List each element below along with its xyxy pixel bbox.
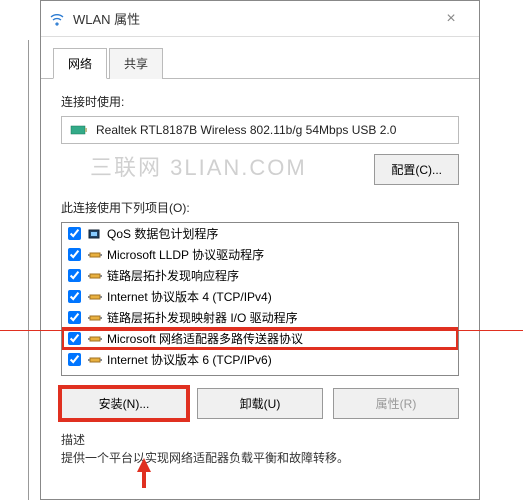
- protocol-icon: [87, 268, 103, 284]
- configure-button[interactable]: 配置(C)...: [374, 154, 459, 185]
- list-item[interactable]: 链路层拓扑发现映射器 I/O 驱动程序: [62, 307, 458, 328]
- description-group: 描述 提供一个平台以实现网络适配器负载平衡和故障转移。: [61, 431, 459, 467]
- nic-icon: [70, 123, 88, 137]
- adapter-name: Realtek RTL8187B Wireless 802.11b/g 54Mb…: [96, 123, 450, 137]
- tab-network[interactable]: 网络: [53, 48, 107, 79]
- description-text: 提供一个平台以实现网络适配器负载平衡和故障转移。: [61, 450, 459, 467]
- item-label: QoS 数据包计划程序: [107, 225, 218, 242]
- item-label: Internet 协议版本 6 (TCP/IPv6): [107, 351, 272, 368]
- tabs: 网络 共享: [41, 37, 479, 79]
- protocol-icon: [87, 352, 103, 368]
- item-label: Internet 协议版本 4 (TCP/IPv4): [107, 288, 272, 305]
- list-item[interactable]: Microsoft 网络适配器多路传送器协议: [62, 328, 458, 349]
- item-label: 链路层拓扑发现响应程序: [107, 267, 239, 284]
- close-button[interactable]: ×: [431, 10, 471, 28]
- window-title: WLAN 属性: [73, 9, 431, 28]
- protocol-icon: [87, 247, 103, 263]
- properties-button: 属性(R): [333, 388, 459, 419]
- protocol-icon: [87, 331, 103, 347]
- item-checkbox[interactable]: [68, 290, 81, 303]
- list-item[interactable]: QoS 数据包计划程序: [62, 223, 458, 244]
- protocol-listbox[interactable]: QoS 数据包计划程序 Microsoft LLDP 协议驱动程序链路层拓扑发现响…: [61, 222, 459, 376]
- item-label: Microsoft 网络适配器多路传送器协议: [107, 330, 303, 347]
- list-item[interactable]: 链路层拓扑发现响应程序: [62, 265, 458, 286]
- list-item[interactable]: Microsoft LLDP 协议驱动程序: [62, 244, 458, 265]
- connect-using-label: 连接时使用:: [61, 93, 459, 110]
- qos-icon: [87, 226, 103, 242]
- titlebar: WLAN 属性 ×: [41, 1, 479, 37]
- items-label: 此连接使用下列项目(O):: [61, 199, 459, 216]
- install-button[interactable]: 安装(N)...: [61, 388, 187, 419]
- list-item[interactable]: Internet 协议版本 6 (TCP/IPv6): [62, 349, 458, 370]
- uninstall-button[interactable]: 卸载(U): [197, 388, 323, 419]
- item-label: Microsoft LLDP 协议驱动程序: [107, 246, 264, 263]
- adapter-box: Realtek RTL8187B Wireless 802.11b/g 54Mb…: [61, 116, 459, 144]
- item-checkbox[interactable]: [68, 248, 81, 261]
- item-label: 链路层拓扑发现映射器 I/O 驱动程序: [107, 309, 298, 326]
- item-checkbox[interactable]: [68, 311, 81, 324]
- protocol-icon: [87, 310, 103, 326]
- tab-sharing[interactable]: 共享: [109, 48, 163, 79]
- item-checkbox[interactable]: [68, 227, 81, 240]
- wifi-icon: [49, 11, 65, 27]
- protocol-icon: [87, 289, 103, 305]
- item-checkbox[interactable]: [68, 353, 81, 366]
- item-checkbox[interactable]: [68, 332, 81, 345]
- list-item[interactable]: Internet 协议版本 4 (TCP/IPv4): [62, 286, 458, 307]
- description-label: 描述: [61, 431, 459, 448]
- wlan-properties-window: WLAN 属性 × 网络 共享 连接时使用: Realtek RTL8187B …: [40, 0, 480, 500]
- item-checkbox[interactable]: [68, 269, 81, 282]
